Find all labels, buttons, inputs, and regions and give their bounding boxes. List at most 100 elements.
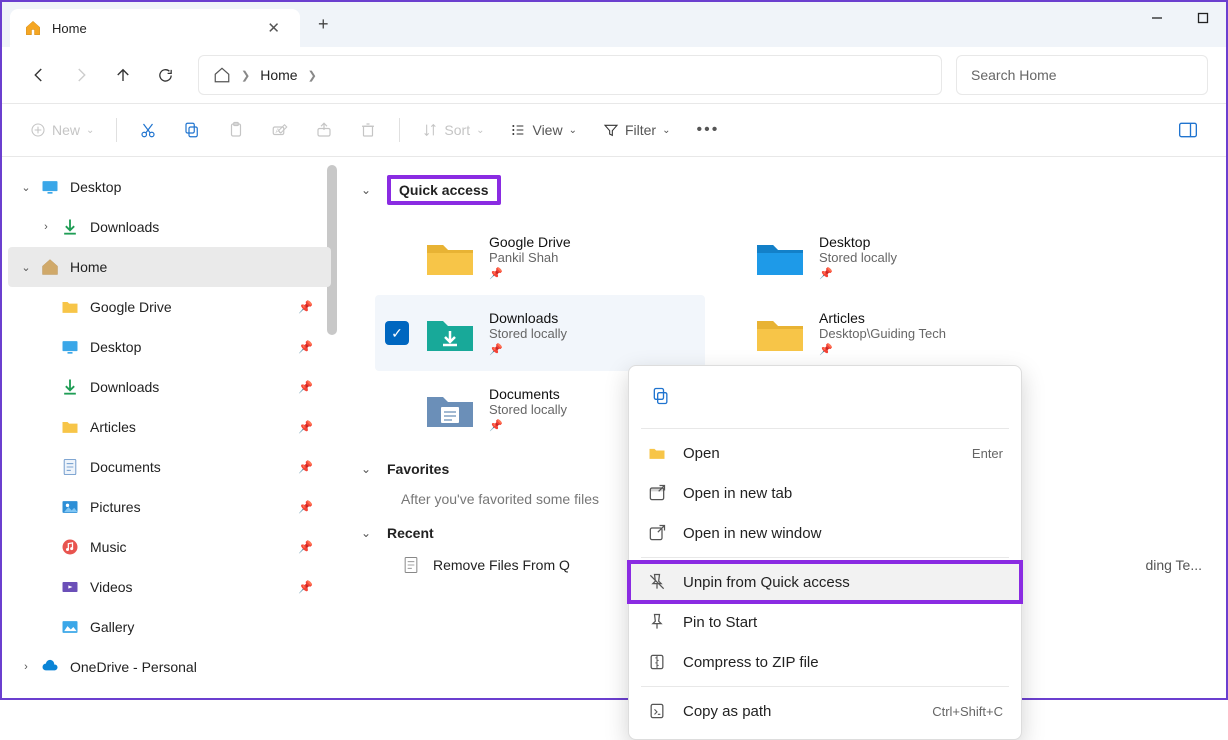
- item-name: Desktop: [819, 234, 897, 250]
- folder-icon: [60, 297, 80, 317]
- document-icon: [60, 457, 80, 477]
- sidebar-item-google-drive[interactable]: Google Drive📌: [2, 287, 337, 327]
- item-name: Google Drive: [489, 234, 571, 250]
- sidebar-item-desktop[interactable]: Desktop📌: [2, 327, 337, 367]
- folder-icon: [423, 387, 477, 431]
- tab-close-icon[interactable]: ✕: [261, 17, 286, 39]
- address-bar[interactable]: ❯ Home ❯: [198, 55, 942, 95]
- sidebar-item-pictures[interactable]: Pictures📌: [2, 487, 337, 527]
- checkbox-checked-icon[interactable]: ✓: [385, 321, 409, 345]
- sidebar-item-gallery[interactable]: Gallery: [2, 607, 337, 647]
- ctx-open-in-new-window[interactable]: Open in new window: [629, 513, 1021, 553]
- chevron-down-icon: ⌄: [361, 462, 375, 476]
- sidebar-item-label: Music: [90, 539, 127, 555]
- sidebar-item-articles[interactable]: Articles📌: [2, 407, 337, 447]
- ctx-item-label: Open: [683, 445, 720, 462]
- sidebar-item-videos[interactable]: Videos📌: [2, 567, 337, 607]
- newtab-icon: [647, 483, 667, 503]
- item-location: Pankil Shah: [489, 250, 571, 265]
- separator: [116, 118, 117, 142]
- sort-button[interactable]: Sort⌄: [412, 112, 494, 148]
- breadcrumb-segment[interactable]: Home: [260, 67, 297, 83]
- back-button[interactable]: [20, 56, 58, 94]
- quick-access-downloads[interactable]: ✓DownloadsStored locally📌: [375, 295, 705, 371]
- gallery-icon: [60, 617, 80, 637]
- ctx-pin-to-start[interactable]: Pin to Start: [629, 602, 1021, 642]
- separator: [641, 428, 1009, 429]
- chevron-down-icon: ⌄: [361, 183, 375, 197]
- pictures-icon: [60, 497, 80, 517]
- new-tab-button[interactable]: +: [310, 10, 337, 39]
- more-button[interactable]: •••: [686, 112, 729, 148]
- minimize-button[interactable]: [1134, 2, 1180, 34]
- ctx-item-label: Pin to Start: [683, 614, 757, 631]
- filter-button[interactable]: Filter⌄: [593, 112, 681, 148]
- home-breadcrumb-icon: [213, 66, 231, 84]
- item-name: Downloads: [489, 310, 567, 326]
- sidebar-item-label: Desktop: [70, 179, 121, 195]
- sidebar-item-documents[interactable]: Documents📌: [2, 447, 337, 487]
- sidebar-item-music[interactable]: Music📌: [2, 527, 337, 567]
- quick-access-header[interactable]: ⌄ Quick access: [361, 175, 1202, 205]
- music-icon: [60, 537, 80, 557]
- sidebar: ⌄ Desktop ›Downloads⌄HomeGoogle Drive📌Desk…: [2, 157, 337, 698]
- desktop-icon: [60, 337, 80, 357]
- sidebar-item-label: Home: [70, 259, 107, 275]
- refresh-button[interactable]: [146, 56, 184, 94]
- sidebar-item-desktop[interactable]: ⌄ Desktop: [2, 167, 337, 207]
- quick-access-articles[interactable]: ArticlesDesktop\Guiding Tech📌: [705, 295, 1035, 371]
- folder-icon: [423, 235, 477, 279]
- sidebar-item-home[interactable]: ⌄Home: [8, 247, 331, 287]
- separator: [641, 557, 1009, 558]
- ctx-open-in-new-tab[interactable]: Open in new tab: [629, 473, 1021, 513]
- view-button[interactable]: View⌄: [500, 112, 586, 148]
- rename-button[interactable]: A: [261, 112, 299, 148]
- favorites-title: Favorites: [387, 461, 449, 477]
- new-button[interactable]: New ⌄: [20, 112, 104, 148]
- ctx-open[interactable]: OpenEnter: [629, 433, 1021, 473]
- sidebar-item-label: Videos: [90, 579, 133, 595]
- folder-icon: [60, 417, 80, 437]
- maximize-button[interactable]: [1180, 2, 1226, 34]
- onedrive-icon: [40, 657, 60, 677]
- cut-button[interactable]: [129, 112, 167, 148]
- ctx-copy-as-path[interactable]: Copy as pathCtrl+Shift+C: [629, 691, 1021, 731]
- copy-button[interactable]: [173, 112, 211, 148]
- up-button[interactable]: [104, 56, 142, 94]
- pin-icon: 📌: [489, 419, 567, 432]
- navbar: ❯ Home ❯ Search Home: [2, 47, 1226, 103]
- ctx-compress-to-zip-file[interactable]: Compress to ZIP file: [629, 642, 1021, 682]
- quick-access-google-drive[interactable]: Google DrivePankil Shah📌: [375, 219, 705, 295]
- sidebar-item-downloads[interactable]: Downloads📌: [2, 367, 337, 407]
- sidebar-item-label: Articles: [90, 419, 136, 435]
- details-pane-button[interactable]: [1168, 112, 1208, 148]
- chevron-right-icon[interactable]: ❯: [308, 69, 317, 82]
- quick-access-desktop[interactable]: DesktopStored locally📌: [705, 219, 1035, 295]
- chevron-down-icon: ⌄: [86, 125, 94, 136]
- tab-home[interactable]: Home ✕: [10, 9, 300, 47]
- forward-button[interactable]: [62, 56, 100, 94]
- shortcut-text: Ctrl+Shift+C: [932, 704, 1003, 719]
- pin-icon: 📌: [298, 500, 313, 514]
- chevron-down-icon: ⌄: [18, 181, 34, 194]
- sidebar-item-downloads[interactable]: ›Downloads: [2, 207, 337, 247]
- delete-button[interactable]: [349, 112, 387, 148]
- paste-button[interactable]: [217, 112, 255, 148]
- sidebar-item-label: OneDrive - Personal: [70, 659, 197, 675]
- search-input[interactable]: Search Home: [956, 55, 1208, 95]
- copy-icon[interactable]: [643, 378, 679, 414]
- context-menu-quick-actions: [629, 374, 1021, 424]
- titlebar: Home ✕ +: [2, 2, 1226, 47]
- pin-icon: 📌: [298, 380, 313, 394]
- pin-icon: 📌: [298, 460, 313, 474]
- unpin-icon: [647, 572, 667, 592]
- chevron-right-icon[interactable]: ❯: [241, 69, 250, 82]
- item-location: Stored locally: [489, 326, 567, 341]
- ctx-item-label: Unpin from Quick access: [683, 574, 850, 591]
- sidebar-item-onedrive-personal[interactable]: ›OneDrive - Personal: [2, 647, 337, 687]
- item-name: Documents: [489, 386, 567, 402]
- folder-icon: [423, 311, 477, 355]
- share-button[interactable]: [305, 112, 343, 148]
- zip-icon: [647, 652, 667, 672]
- ctx-unpin-from-quick-access[interactable]: Unpin from Quick access: [629, 562, 1021, 602]
